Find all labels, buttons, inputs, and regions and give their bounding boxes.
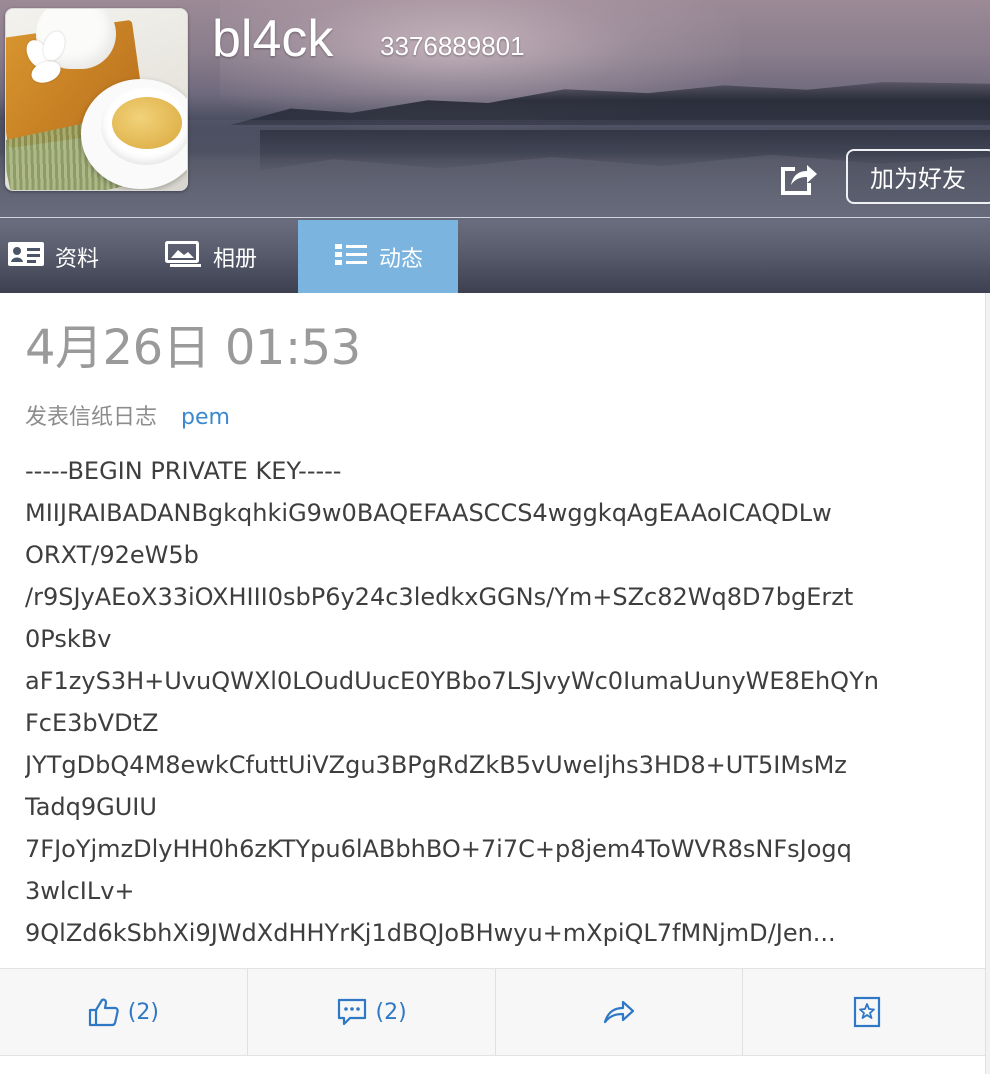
post-action-bar: (2) (2) xyxy=(0,968,990,1056)
tab-album[interactable]: 相册 xyxy=(165,220,257,293)
like-count: (2) xyxy=(127,999,159,1025)
forward-icon xyxy=(602,998,636,1026)
avatar[interactable] xyxy=(5,8,188,191)
profile-cover-banner: bl4ck 3376889801 加为好友 资料 相册 动态 xyxy=(0,0,990,293)
like-button[interactable]: (2) xyxy=(0,969,248,1055)
post-line: 0PskBv xyxy=(25,625,112,653)
post-action-type: 发表信纸日志 xyxy=(25,405,158,430)
tab-feed[interactable]: 动态 xyxy=(298,220,458,293)
thumbs-up-icon xyxy=(88,997,120,1027)
post-title-link[interactable]: pem xyxy=(181,400,230,436)
profile-qq-number: 3376889801 xyxy=(380,31,525,61)
post-line: 7FJoYjmzDlyHH0h6zKTYpu6lABbhBO+7i7C+p8je… xyxy=(25,835,852,863)
add-friend-button[interactable]: 加为好友 xyxy=(846,149,990,204)
photo-album-icon xyxy=(165,240,203,273)
post-line: Tadq9GUIU xyxy=(25,793,157,821)
post-line: ORXT/92eW5b xyxy=(25,541,199,569)
profile-username: bl4ck xyxy=(212,10,334,68)
post-meta: 发表信纸日志 pem xyxy=(25,400,230,436)
post-line: aF1zyS3H+UvuQWXl0LOudUucE0YBbo7LSJvyWc0I… xyxy=(25,667,879,695)
post-line: JYTgDbQ4M8ewkCfuttUiVZgu3BPgRdZkB5vUweIj… xyxy=(25,751,847,779)
list-icon xyxy=(333,242,369,272)
comment-button[interactable]: (2) xyxy=(248,969,496,1055)
comment-icon xyxy=(336,997,368,1027)
share-icon[interactable] xyxy=(777,157,819,197)
favorite-button[interactable] xyxy=(743,969,990,1055)
post-line: 9QlZd6kSbhXi9JWdXdHHYrKj1dBQJoBHwyu+mXpi… xyxy=(25,919,836,947)
forward-button[interactable] xyxy=(496,969,744,1055)
tab-feed-label: 动态 xyxy=(378,246,423,272)
tab-album-label: 相册 xyxy=(213,246,258,272)
post-line: /r9SJyAEoX33iOXHIII0sbP6y24c3ledkxGGNs/Y… xyxy=(25,583,854,611)
bookmark-star-icon xyxy=(852,996,882,1028)
post-line: 3wlcILv+ xyxy=(25,877,135,905)
post-body[interactable]: -----BEGIN PRIVATE KEY----- MIIJRAIBADAN… xyxy=(25,450,975,954)
tab-profile-info[interactable]: 资料 xyxy=(7,220,99,293)
post-line: -----BEGIN PRIVATE KEY----- xyxy=(25,457,342,485)
post-line: MIIJRAIBADANBgkqhkiG9w0BAQEFAASCCS4wggkq… xyxy=(25,499,832,527)
post-line: FcE3bVDtZ xyxy=(25,709,159,737)
comment-count: (2) xyxy=(375,999,407,1025)
scroll-edge xyxy=(985,293,990,1074)
profile-tabs: 资料 相册 动态 xyxy=(0,220,990,293)
tab-profile-info-label: 资料 xyxy=(55,246,100,272)
post-timestamp: 4月26日 01:53 xyxy=(25,320,361,376)
id-card-icon xyxy=(7,241,45,273)
